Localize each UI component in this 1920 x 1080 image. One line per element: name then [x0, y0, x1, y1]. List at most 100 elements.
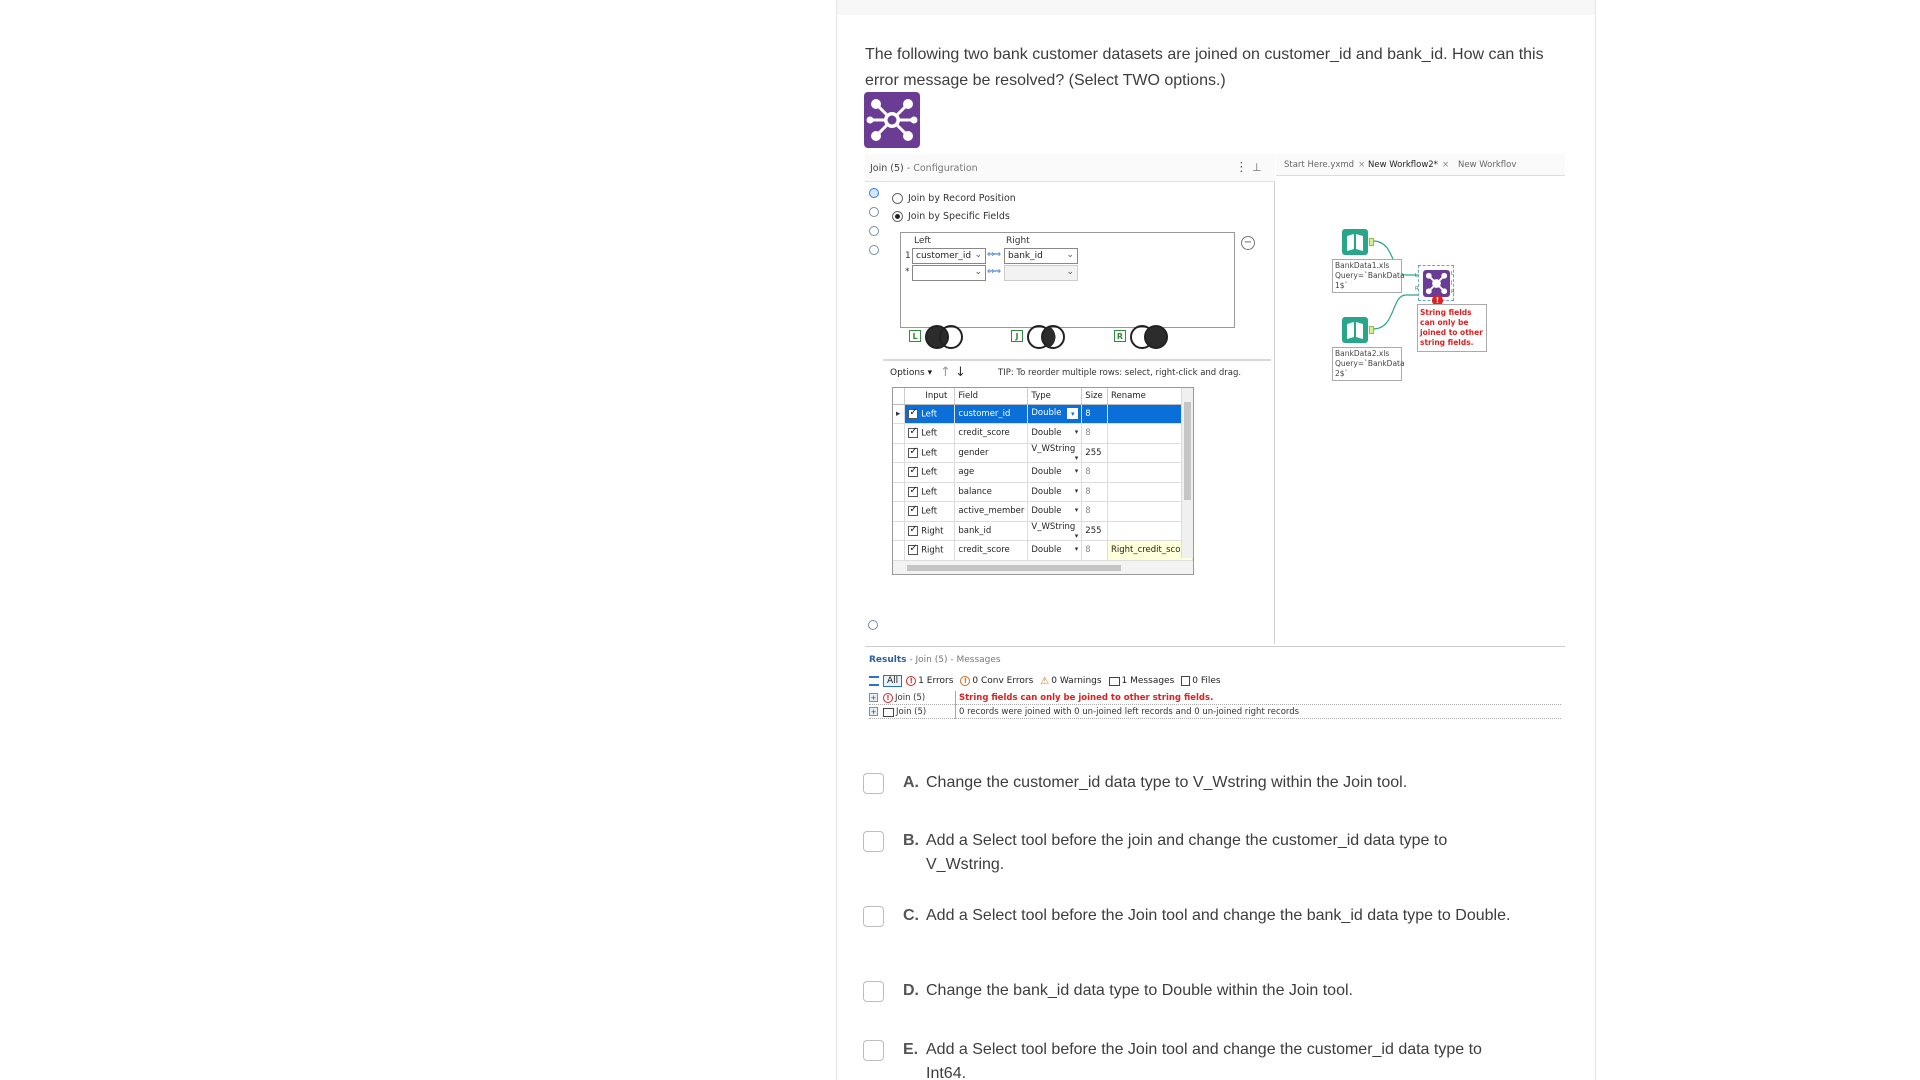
size-cell[interactable]: 8 [1081, 462, 1108, 483]
tab-start-here[interactable]: Start Here.yxmd × [1284, 160, 1365, 170]
input-cell[interactable]: Left [904, 462, 956, 483]
filter-warnings-button[interactable]: ⚠ 0 Warnings [1040, 676, 1101, 687]
checkbox[interactable] [908, 407, 919, 419]
join-output-toggle[interactable]: J [1011, 322, 1071, 352]
type-cell[interactable]: Double ▾ [1027, 462, 1083, 483]
pin-icon[interactable]: ⊥ [1252, 161, 1262, 174]
row-selector[interactable] [893, 443, 906, 463]
type-cell[interactable]: Double ▾ [1027, 501, 1083, 522]
row-selector[interactable]: ▸ [893, 404, 906, 424]
row-selector[interactable] [893, 501, 906, 522]
scrollbar-thumb[interactable] [907, 565, 1121, 571]
type-cell[interactable]: Double ▾ [1027, 540, 1083, 561]
checkbox[interactable] [908, 446, 919, 458]
checkbox[interactable] [908, 524, 919, 536]
rename-cell[interactable]: Right_credit_score [1107, 540, 1193, 561]
size-cell[interactable]: 8 [1081, 501, 1108, 522]
chevron-down-icon[interactable]: ▾ [1075, 545, 1079, 553]
rename-cell[interactable] [1107, 443, 1193, 463]
rename-cell[interactable] [1107, 501, 1193, 522]
rename-cell[interactable] [1107, 462, 1193, 483]
row-selector[interactable] [893, 482, 906, 502]
scrollbar-thumb[interactable] [1184, 402, 1191, 500]
join-output-anchor[interactable]: J [1451, 280, 1452, 286]
arrow-down-icon[interactable]: ↓ [955, 365, 966, 380]
results-row-message[interactable]: + Join (5) 0 records were joined with 0 … [869, 705, 1561, 719]
filter-files-button[interactable]: 0 Files [1181, 676, 1221, 686]
right-output-anchor[interactable]: R [1451, 289, 1454, 295]
chevron-down-icon[interactable]: ▾ [1075, 532, 1079, 540]
radio-button-checked[interactable] [892, 210, 903, 222]
new-left-field-select[interactable]: ⌄ [912, 265, 986, 281]
filter-all-button[interactable]: All [883, 675, 903, 687]
table-row[interactable]: LeftgenderV_WString▾255 [893, 443, 1193, 463]
tab-new-workflow2[interactable]: New Workflow2* × [1368, 160, 1449, 170]
size-cell[interactable]: 8 [1081, 423, 1108, 444]
row-selector[interactable] [893, 462, 906, 483]
table-row[interactable]: Left balance Double ▾ 8 [893, 482, 1193, 502]
option-checkbox[interactable] [863, 906, 884, 927]
chevron-down-icon[interactable]: ▾ [1067, 408, 1079, 420]
annotation-icon[interactable] [869, 207, 879, 217]
left-output-toggle[interactable]: L [909, 322, 969, 352]
checkbox[interactable] [908, 543, 919, 555]
chevron-down-icon[interactable]: ▾ [1075, 428, 1079, 436]
chevron-down-icon[interactable]: ▾ [1075, 487, 1079, 495]
reorder-arrows[interactable]: ↑ ↓ [940, 365, 966, 380]
close-icon[interactable]: × [1442, 160, 1449, 170]
expand-icon[interactable]: + [869, 707, 878, 716]
filter-errors-button[interactable]: ! 1 Errors [906, 676, 953, 686]
size-cell[interactable]: 255 [1081, 521, 1108, 541]
horizontal-scrollbar[interactable] [893, 560, 1193, 574]
input-cell[interactable]: Left [904, 501, 956, 522]
radio-record-position[interactable]: Join by Record Position [892, 190, 1016, 206]
output-anchor[interactable] [1369, 238, 1374, 246]
type-cell[interactable]: Double ▾ [1027, 482, 1083, 502]
type-cell[interactable]: Double ▾ [1027, 423, 1083, 444]
chevron-down-icon[interactable]: ▾ [1075, 454, 1079, 462]
left-field-select[interactable]: customer_id ⌄ [912, 248, 986, 264]
row-selector[interactable] [893, 540, 906, 561]
filter-messages-button[interactable]: 1 Messages [1108, 676, 1174, 686]
tab-new-workflow[interactable]: New Workflov [1458, 160, 1516, 170]
input-cell[interactable]: Left [904, 482, 956, 502]
type-cell[interactable]: V_WString▾ [1027, 521, 1083, 541]
close-icon[interactable]: × [1358, 160, 1365, 170]
type-cell[interactable]: V_WString▾ [1027, 443, 1083, 463]
row-selector[interactable] [893, 521, 906, 541]
output-anchor[interactable] [1369, 326, 1374, 334]
row-selector[interactable] [893, 423, 906, 444]
chevron-down-icon[interactable]: ▾ [1075, 467, 1079, 475]
table-row[interactable]: Left active_member Double ▾ 8 [893, 501, 1193, 522]
arrow-up-icon[interactable]: ↑ [940, 365, 951, 380]
expand-icon[interactable]: + [869, 693, 878, 702]
input-cell[interactable]: Left [904, 404, 956, 424]
rename-cell[interactable] [1107, 482, 1193, 502]
option-checkbox[interactable] [863, 1040, 884, 1061]
size-cell[interactable]: 8 [1081, 482, 1108, 502]
input-data-tool-1[interactable] [1342, 229, 1368, 255]
table-row[interactable]: Left credit_score Double ▾ 8 [893, 423, 1193, 444]
type-cell[interactable]: Double ▾ [1027, 404, 1083, 424]
table-row[interactable]: Rightbank_idV_WString▾255 [893, 521, 1193, 541]
size-cell[interactable]: 255 [1081, 443, 1108, 463]
help-icon[interactable] [869, 245, 879, 255]
input-cell[interactable]: Left [904, 443, 956, 463]
table-row[interactable]: Right credit_score Double ▾ 8 Right_credit_sc… [893, 540, 1193, 561]
left-output-anchor[interactable]: L [1451, 271, 1454, 277]
size-cell[interactable]: 8 [1081, 404, 1108, 424]
input-cell[interactable]: Right [904, 521, 956, 541]
rename-cell[interactable] [1107, 521, 1193, 541]
list-icon[interactable] [869, 676, 879, 686]
input-cell[interactable]: Left [904, 423, 956, 444]
collapse-icon[interactable] [868, 620, 878, 630]
vertical-scrollbar[interactable] [1181, 388, 1193, 558]
options-dropdown[interactable]: Options ▾ [890, 368, 932, 378]
size-cell[interactable]: 8 [1081, 540, 1108, 561]
checkbox[interactable] [908, 465, 919, 477]
option-checkbox[interactable] [863, 981, 884, 1002]
left-input-anchor[interactable]: L [1415, 273, 1418, 279]
rename-cell[interactable] [1107, 423, 1193, 444]
radio-specific-fields[interactable]: Join by Specific Fields [892, 208, 1010, 224]
checkbox[interactable] [908, 504, 919, 516]
